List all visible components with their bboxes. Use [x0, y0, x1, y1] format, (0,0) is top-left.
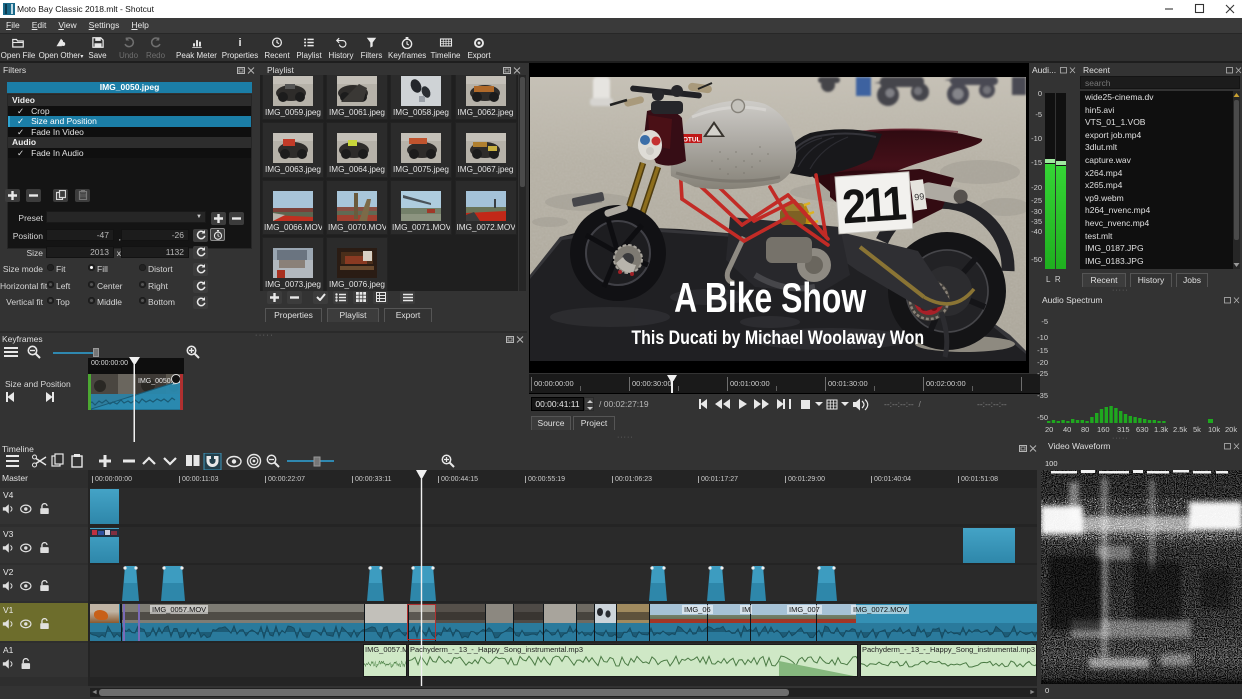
svg-text:This Ducati by Michael Woolawa: This Ducati by Michael Woolaway Won — [631, 327, 924, 349]
svg-text:A Bike Show: A Bike Show — [674, 274, 867, 321]
svg-text:00:01:00:00: 00:01:00:00 — [730, 379, 770, 388]
svg-text:00:00:30:00: 00:00:30:00 — [632, 379, 672, 388]
svg-text:211: 211 — [840, 176, 907, 234]
svg-text:00:00:00:00: 00:00:00:00 — [534, 379, 574, 388]
svg-text:99: 99 — [914, 191, 925, 202]
svg-text:00:02:00:00: 00:02:00:00 — [926, 379, 966, 388]
svg-text:00:01:30:00: 00:01:30:00 — [828, 379, 868, 388]
